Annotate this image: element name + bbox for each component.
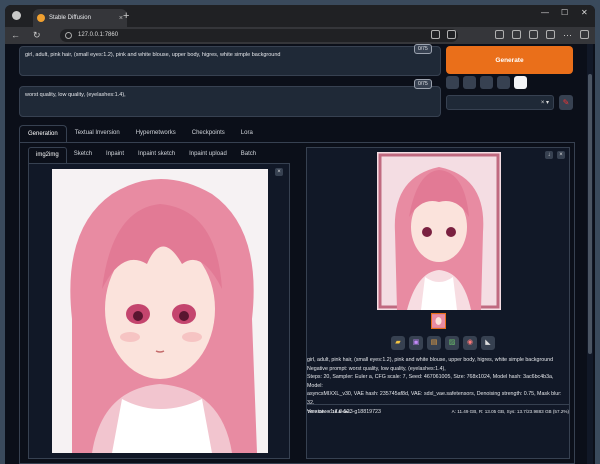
sidebar-icon[interactable]: [580, 30, 589, 39]
minimize-button[interactable]: —: [541, 8, 549, 17]
close-window-button[interactable]: ✕: [581, 8, 588, 17]
collections-icon[interactable]: [529, 30, 538, 39]
tab-img2img[interactable]: img2img: [28, 147, 67, 163]
output-panel: ↓ × ▰ ▣ ▤ ▨ ◉ ◣ girl, adult, pink hair, …: [306, 147, 570, 459]
tab-batch[interactable]: Batch: [234, 147, 263, 163]
send-to-extras-icon[interactable]: ◣: [481, 336, 495, 350]
tab-lora[interactable]: Lora: [233, 125, 261, 143]
send-to-img2img-icon[interactable]: ▨: [445, 336, 459, 350]
favorites-bar-icon[interactable]: [512, 30, 521, 39]
tab-checkpoints[interactable]: Checkpoints: [184, 125, 233, 143]
favorite-icon[interactable]: [447, 30, 456, 39]
zip-icon[interactable]: ▤: [427, 336, 441, 350]
tab-inpaint-upload[interactable]: Inpaint upload: [182, 147, 234, 163]
info-params-1: Steps: 20, Sampler: Euler a, CFG scale: …: [307, 374, 554, 389]
performance-bar: Time taken: 16.6 sec. A: 11.49 GB, R: 13…: [307, 404, 569, 418]
generation-panel: img2img Sketch Inpaint Inpaint sketch In…: [19, 142, 575, 464]
page-scrollbar[interactable]: [587, 44, 593, 464]
address-bar-row: ← ↻ 127.0.0.1:7860 ⋯: [5, 27, 595, 44]
extra-networks-icon[interactable]: [497, 76, 510, 89]
output-image[interactable]: [377, 152, 501, 310]
send-to-inpaint-icon[interactable]: ◉: [463, 336, 477, 350]
negative-prompt-input[interactable]: worst quality, low quality, (eyelashes:1…: [19, 86, 441, 117]
close-output-button[interactable]: ×: [557, 151, 565, 159]
download-icon[interactable]: ↓: [545, 151, 553, 159]
info-negative: Negative prompt: worst quality, low qual…: [307, 365, 446, 372]
profile-icon[interactable]: [12, 11, 21, 20]
paste-icon[interactable]: [446, 76, 459, 89]
tab-inpaint[interactable]: Inpaint: [99, 147, 131, 163]
style-apply-icon[interactable]: [514, 76, 527, 89]
url-text: 127.0.0.1:7860: [78, 32, 119, 38]
read-aloud-icon[interactable]: [431, 30, 440, 39]
tab-inpaint-sketch[interactable]: Inpaint sketch: [131, 147, 182, 163]
folder-icon[interactable]: ▰: [391, 336, 405, 350]
clear-image-button[interactable]: ×: [275, 168, 283, 176]
tab-sketch[interactable]: Sketch: [67, 147, 99, 163]
edit-style-icon[interactable]: ✎: [559, 95, 573, 110]
clipboard-icon[interactable]: [480, 76, 493, 89]
refresh-icon[interactable]: ↻: [33, 30, 41, 41]
split-screen-icon[interactable]: [495, 30, 504, 39]
time-taken-value: 16.6 sec.: [332, 409, 352, 414]
main-tabs: Generation Textual Inversion Hypernetwor…: [19, 125, 261, 143]
back-icon[interactable]: ←: [11, 30, 20, 40]
tab-generation[interactable]: Generation: [19, 125, 67, 143]
tab-bar: Stable Diffusion × + — ☐ ✕: [5, 5, 595, 27]
positive-prompt-input[interactable]: girl, adult, pink hair, (small eyes:1.2)…: [19, 46, 441, 76]
negative-token-counter: 0/75: [414, 79, 432, 89]
input-image-area[interactable]: ×: [28, 163, 290, 459]
generate-button[interactable]: Generate: [446, 46, 573, 74]
site-info-icon[interactable]: [65, 32, 72, 39]
output-thumbnail[interactable]: [431, 313, 446, 329]
tab-title: Stable Diffusion: [49, 15, 91, 21]
more-menu-icon[interactable]: ⋯: [563, 30, 572, 41]
save-icon[interactable]: ▣: [409, 336, 423, 350]
extensions-icon[interactable]: [546, 30, 555, 39]
positive-token-counter: 0/75: [414, 44, 432, 54]
new-tab-button[interactable]: +: [123, 10, 129, 22]
info-prompt: girl, adult, pink hair, (small eyes:1.2)…: [307, 357, 554, 363]
maximize-button[interactable]: ☐: [561, 8, 568, 17]
scrollbar-thumb[interactable]: [588, 74, 592, 354]
url-field[interactable]: 127.0.0.1:7860: [60, 29, 458, 42]
time-taken-label: Time taken:: [307, 409, 331, 414]
input-image: [52, 169, 268, 453]
styles-dropdown[interactable]: × ▾: [446, 95, 554, 110]
tab-hypernetworks[interactable]: Hypernetworks: [128, 125, 184, 143]
browser-window: Stable Diffusion × + — ☐ ✕ ← ↻ 127.0.0.1…: [5, 5, 595, 464]
tab-textual-inversion[interactable]: Textual Inversion: [67, 125, 128, 143]
trash-icon[interactable]: [463, 76, 476, 89]
memory-usage: A: 11.49 GB, R: 13.05 GB, Sys: 13.7/23.9…: [451, 409, 569, 414]
browser-tab[interactable]: Stable Diffusion ×: [33, 9, 127, 27]
img2img-sub-tabs: img2img Sketch Inpaint Inpaint sketch In…: [28, 147, 263, 163]
favicon-icon: [37, 14, 45, 22]
webui-page: girl, adult, pink hair, (small eyes:1.2)…: [5, 44, 595, 464]
